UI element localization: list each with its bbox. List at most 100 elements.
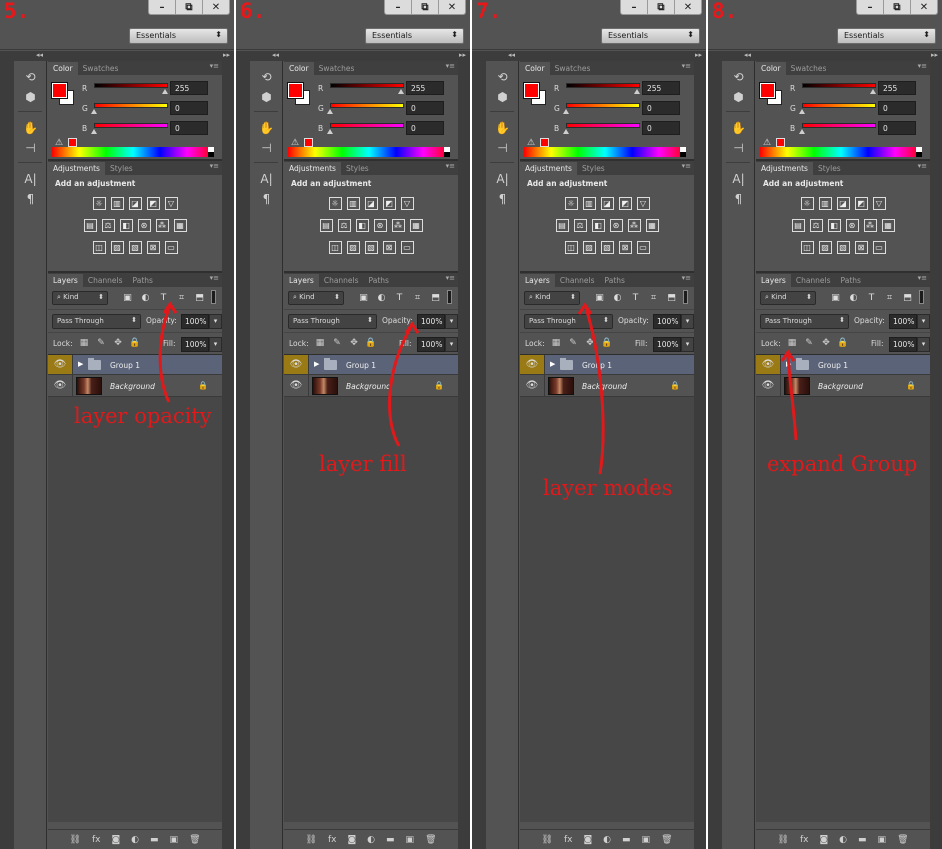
adjustment-icon[interactable]: ⊛ bbox=[609, 219, 623, 232]
channel-value-field[interactable]: 0 bbox=[170, 121, 208, 135]
tab-channels[interactable]: Channels bbox=[83, 274, 128, 287]
adjustment-icon[interactable]: ◧ bbox=[591, 219, 605, 232]
layer-style-icon[interactable]: fx bbox=[328, 835, 337, 845]
adjustment-icon[interactable]: ◪ bbox=[364, 197, 378, 210]
gamut-swatch[interactable] bbox=[540, 138, 549, 147]
properties-icon[interactable]: ⬢ bbox=[486, 87, 519, 107]
tab-channels[interactable]: Channels bbox=[791, 274, 836, 287]
tab-styles[interactable]: Styles bbox=[341, 162, 374, 175]
collapse-right-icon[interactable]: ▸▸ bbox=[695, 51, 702, 59]
close-button[interactable]: ✕ bbox=[439, 0, 465, 14]
add-mask-icon[interactable]: ◙ bbox=[819, 835, 828, 845]
channel-slider[interactable] bbox=[94, 103, 168, 108]
brush-icon[interactable]: ✋ bbox=[14, 118, 47, 138]
new-layer-icon[interactable]: ▣ bbox=[170, 835, 179, 845]
new-group-icon[interactable]: ▬ bbox=[622, 835, 631, 845]
visibility-eye-icon[interactable]: 👁 bbox=[48, 355, 73, 374]
history-icon[interactable]: ⟲ bbox=[486, 67, 519, 87]
tab-layers[interactable]: Layers bbox=[284, 274, 319, 287]
restore-button[interactable]: ⧉ bbox=[412, 0, 439, 14]
panel-menu-icon[interactable]: ▾≡ bbox=[446, 274, 455, 282]
filter-toggle[interactable] bbox=[683, 290, 688, 304]
new-adjustment-icon[interactable]: ◐ bbox=[367, 835, 375, 845]
lock-all-icon[interactable]: 🔒 bbox=[365, 338, 376, 348]
adjustment-filter-icon[interactable]: ◐ bbox=[848, 292, 859, 303]
channel-slider[interactable] bbox=[566, 103, 640, 108]
brush-icon[interactable]: ✋ bbox=[250, 118, 283, 138]
close-button[interactable]: ✕ bbox=[911, 0, 937, 14]
adjustment-icon[interactable]: ▥ bbox=[110, 197, 124, 210]
add-mask-icon[interactable]: ◙ bbox=[583, 835, 592, 845]
paragraph-icon[interactable]: ¶ bbox=[250, 189, 283, 209]
brush-icon[interactable]: ✋ bbox=[486, 118, 519, 138]
shape-filter-icon[interactable]: ⌗ bbox=[412, 292, 423, 303]
new-adjustment-icon[interactable]: ◐ bbox=[131, 835, 139, 845]
channel-value-field[interactable]: 0 bbox=[170, 101, 208, 115]
minimize-button[interactable]: – bbox=[621, 0, 648, 14]
lock-pixels-icon[interactable]: ✎ bbox=[96, 338, 106, 348]
adjustment-icon[interactable]: ▧ bbox=[128, 241, 142, 254]
expand-triangle-icon[interactable]: ▶ bbox=[314, 360, 319, 368]
tab-adjustments[interactable]: Adjustments bbox=[48, 162, 105, 175]
channel-value-field[interactable]: 0 bbox=[406, 101, 444, 115]
adjustment-icon[interactable]: ▭ bbox=[164, 241, 178, 254]
layer-row-background[interactable]: 👁 Background 🔒 bbox=[520, 375, 694, 397]
visibility-eye-icon[interactable]: 👁 bbox=[756, 375, 781, 396]
adjustment-icon[interactable]: ⁂ bbox=[627, 219, 641, 232]
layer-style-icon[interactable]: fx bbox=[800, 835, 809, 845]
tab-styles[interactable]: Styles bbox=[577, 162, 610, 175]
slider-thumb[interactable] bbox=[162, 89, 168, 94]
channel-value-field[interactable]: 255 bbox=[170, 81, 208, 95]
adjustment-icon[interactable]: ◩ bbox=[618, 197, 632, 210]
adjustment-icon[interactable]: ◩ bbox=[854, 197, 868, 210]
minimize-button[interactable]: – bbox=[149, 0, 176, 14]
smart-object-filter-icon[interactable]: ⬒ bbox=[666, 292, 677, 303]
delete-layer-icon[interactable]: 🗑 bbox=[897, 835, 908, 845]
filter-kind-select[interactable]: ⌕ Kind ⬍ bbox=[524, 291, 580, 305]
adjustment-icon[interactable]: ◫ bbox=[800, 241, 814, 254]
lock-pixels-icon[interactable]: ✎ bbox=[332, 338, 342, 348]
new-group-icon[interactable]: ▬ bbox=[858, 835, 867, 845]
history-icon[interactable]: ⟲ bbox=[722, 67, 755, 87]
visibility-eye-icon[interactable]: 👁 bbox=[284, 375, 309, 396]
adjustment-icon[interactable]: ▽ bbox=[164, 197, 178, 210]
lock-transparency-icon[interactable]: ▦ bbox=[79, 338, 89, 348]
adjustment-filter-icon[interactable]: ◐ bbox=[612, 292, 623, 303]
add-mask-icon[interactable]: ◙ bbox=[111, 835, 120, 845]
shape-filter-icon[interactable]: ⌗ bbox=[176, 292, 187, 303]
layer-row-group[interactable]: 👁 ▶ Group 1 bbox=[756, 355, 930, 375]
workspace-switcher[interactable]: Essentials ⬍ bbox=[365, 28, 464, 44]
shape-filter-icon[interactable]: ⌗ bbox=[884, 292, 895, 303]
layer-row-group[interactable]: 👁 ▶ Group 1 bbox=[520, 355, 694, 375]
collapse-left-icon[interactable]: ◂◂ bbox=[744, 51, 751, 59]
shape-filter-icon[interactable]: ⌗ bbox=[648, 292, 659, 303]
tab-styles[interactable]: Styles bbox=[813, 162, 846, 175]
panel-menu-icon[interactable]: ▾≡ bbox=[918, 162, 927, 170]
character-icon[interactable]: A| bbox=[486, 169, 519, 189]
lock-all-icon[interactable]: 🔒 bbox=[601, 338, 612, 348]
adjustment-icon[interactable]: ▨ bbox=[582, 241, 596, 254]
adjustment-icon[interactable]: ▤ bbox=[791, 219, 805, 232]
channel-slider[interactable] bbox=[330, 123, 404, 128]
adjustment-icon[interactable]: ☼ bbox=[92, 197, 106, 210]
properties-icon[interactable]: ⬢ bbox=[250, 87, 283, 107]
workspace-switcher[interactable]: Essentials ⬍ bbox=[837, 28, 936, 44]
tool-presets-icon[interactable]: ⊣ bbox=[14, 138, 47, 158]
tab-swatches[interactable]: Swatches bbox=[550, 62, 596, 75]
tab-layers[interactable]: Layers bbox=[520, 274, 555, 287]
slider-thumb[interactable] bbox=[634, 89, 640, 94]
smart-object-filter-icon[interactable]: ⬒ bbox=[430, 292, 441, 303]
new-layer-icon[interactable]: ▣ bbox=[642, 835, 651, 845]
paragraph-icon[interactable]: ¶ bbox=[722, 189, 755, 209]
adjustment-icon[interactable]: ▭ bbox=[872, 241, 886, 254]
adjustment-icon[interactable]: ▧ bbox=[836, 241, 850, 254]
channel-value-field[interactable]: 0 bbox=[878, 121, 916, 135]
fill-slider-button[interactable]: ▾ bbox=[917, 337, 930, 352]
slider-thumb[interactable] bbox=[327, 109, 333, 114]
adjustment-icon[interactable]: ▥ bbox=[818, 197, 832, 210]
channel-slider[interactable] bbox=[94, 123, 168, 128]
channel-value-field[interactable]: 255 bbox=[878, 81, 916, 95]
lock-position-icon[interactable]: ✥ bbox=[585, 338, 595, 348]
channel-slider[interactable] bbox=[330, 83, 404, 88]
tab-swatches[interactable]: Swatches bbox=[314, 62, 360, 75]
